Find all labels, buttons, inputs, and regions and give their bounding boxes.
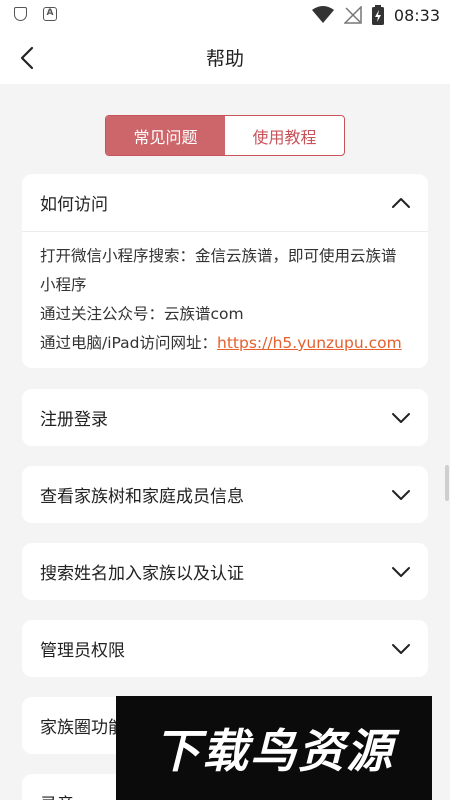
battery-icon: [371, 5, 384, 25]
chevron-down-icon: [392, 567, 410, 577]
faq-title: 管理员权限: [40, 641, 125, 661]
chevron-down-icon: [392, 413, 410, 423]
faq-item-register[interactable]: 注册登录: [22, 389, 428, 446]
answer-line-web: 通过电脑/iPad访问网址：https://h5.yunzupu.com: [40, 329, 410, 358]
faq-title: 如何访问: [40, 195, 108, 215]
faq-answer: 打开微信小程序搜索：金信云族谱，即可使用云族谱小程序 通过关注公众号：云族谱co…: [22, 231, 428, 368]
chevron-down-icon: [392, 490, 410, 500]
shield-icon: [14, 7, 27, 21]
tab-switcher: 常见问题 使用教程: [105, 115, 345, 156]
faq-title: 注册登录: [40, 410, 108, 430]
faq-header[interactable]: 如何访问: [22, 174, 428, 231]
wifi-icon: [311, 6, 334, 23]
faq-item-admin[interactable]: 管理员权限: [22, 620, 428, 677]
faq-title: 搜索姓名加入家族以及认证: [40, 564, 244, 584]
status-bar: A 08:33: [0, 0, 450, 32]
answer-line: 通过关注公众号：云族谱com: [40, 305, 244, 323]
faq-header[interactable]: 管理员权限: [22, 620, 428, 677]
app-header: 帮助: [0, 32, 450, 84]
faq-item-family-tree[interactable]: 查看家族树和家庭成员信息: [22, 466, 428, 523]
a-badge-icon: A: [43, 7, 57, 21]
chevron-down-icon: [392, 644, 410, 654]
faq-header[interactable]: 查看家族树和家庭成员信息: [22, 466, 428, 523]
faq-title: 查看家族树和家庭成员信息: [40, 487, 244, 507]
scrollbar[interactable]: [445, 465, 449, 501]
page-title: 帮助: [205, 48, 244, 70]
faq-header[interactable]: 搜索姓名加入家族以及认证: [22, 543, 428, 600]
chevron-up-icon: [392, 198, 410, 208]
status-left-icons: A: [14, 7, 57, 21]
watermark-text: 下载鸟资源: [154, 724, 394, 778]
watermark-banner: 下载鸟资源: [116, 696, 432, 800]
answer-line: 打开微信小程序搜索：金信云族谱，即可使用云族谱小程序: [40, 247, 397, 294]
faq-title: 家族圈功能: [40, 718, 125, 738]
faq-item-search-join[interactable]: 搜索姓名加入家族以及认证: [22, 543, 428, 600]
help-content: 常见问题 使用教程 如何访问 打开微信小程序搜索：金信云族谱，即可使用云族谱小程…: [0, 84, 450, 800]
faq-header[interactable]: 注册登录: [22, 389, 428, 446]
website-link[interactable]: https://h5.yunzupu.com: [217, 334, 402, 352]
no-signal-icon: [343, 6, 362, 24]
tab-tutorial[interactable]: 使用教程: [225, 116, 344, 155]
web-prefix: 通过电脑/iPad访问网址：: [40, 334, 218, 352]
faq-item-access: 如何访问 打开微信小程序搜索：金信云族谱，即可使用云族谱小程序 通过关注公众号：…: [22, 174, 428, 368]
status-right-icons: 08:33: [311, 5, 440, 25]
tab-faq[interactable]: 常见问题: [106, 116, 225, 155]
status-time: 08:33: [393, 5, 440, 25]
faq-title: 录音: [40, 790, 74, 800]
